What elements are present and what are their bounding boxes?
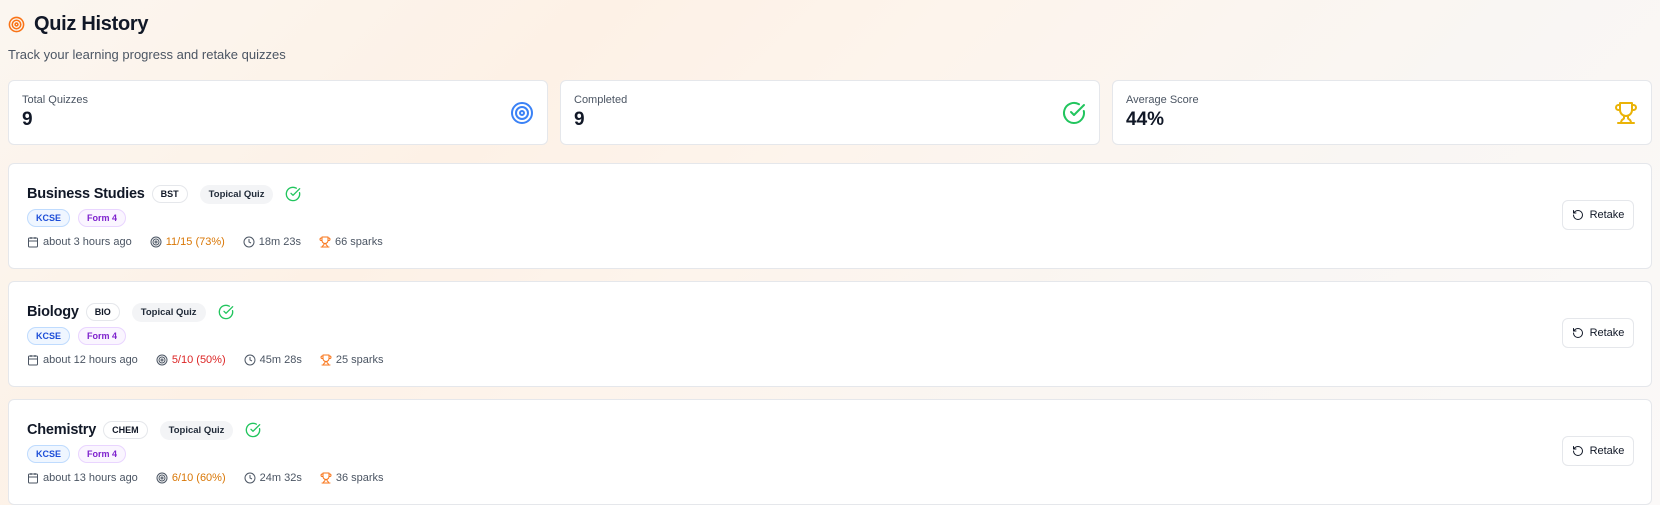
trophy-icon bbox=[320, 472, 332, 484]
quiz-duration: 18m 23s bbox=[258, 236, 301, 248]
quiz-score: 11/15 (73%) bbox=[165, 236, 225, 248]
level-tag: Form 4 bbox=[78, 445, 127, 463]
exam-tag: KCSE bbox=[27, 445, 71, 463]
stat-card-average-score: Average Score 44% bbox=[1112, 80, 1652, 145]
quiz-type-badge: Topical Quiz bbox=[131, 302, 206, 322]
time-ago: about 3 hours ago bbox=[43, 236, 132, 248]
quiz-duration: 45m 28s bbox=[259, 354, 302, 366]
stat-card-total-quizzes: Total Quizzes 9 bbox=[8, 80, 548, 145]
meta-sparks: 25 sparks bbox=[320, 354, 384, 366]
meta-duration: 24m 32s bbox=[244, 472, 302, 484]
quiz-sparks: 25 sparks bbox=[335, 354, 384, 366]
target-icon bbox=[156, 472, 168, 484]
target-icon bbox=[8, 16, 25, 33]
retake-label: Retake bbox=[1589, 209, 1625, 221]
title-row: Quiz History bbox=[8, 13, 286, 36]
time-ago: about 12 hours ago bbox=[43, 354, 138, 366]
meta-sparks: 66 sparks bbox=[319, 236, 383, 248]
clock-icon bbox=[243, 236, 255, 248]
level-tag: Form 4 bbox=[78, 209, 127, 227]
quiz-score: 6/10 (60%) bbox=[171, 472, 226, 484]
check-circle-icon bbox=[245, 422, 261, 438]
check-circle-icon bbox=[1062, 101, 1086, 125]
quiz-card-biology: Biology BIO Topical Quiz KCSE Form 4 abo… bbox=[8, 281, 1652, 387]
meta-duration: 45m 28s bbox=[244, 354, 302, 366]
quiz-type-badge: Topical Quiz bbox=[159, 420, 234, 440]
quiz-subject: Biology bbox=[27, 304, 79, 320]
stat-value: 44% bbox=[1126, 109, 1165, 130]
meta-sparks: 36 sparks bbox=[320, 472, 384, 484]
page-header: Quiz History Track your learning progres… bbox=[8, 13, 286, 62]
meta-score: 11/15 (73%) bbox=[150, 236, 225, 248]
quiz-list: Business Studies BST Topical Quiz KCSE F… bbox=[8, 163, 1652, 505]
page-subtitle: Track your learning progress and retake … bbox=[8, 47, 286, 62]
stat-label: Total Quizzes bbox=[22, 94, 89, 106]
retake-button[interactable]: Retake bbox=[1562, 318, 1634, 348]
retake-label: Retake bbox=[1589, 445, 1625, 457]
target-icon bbox=[510, 101, 534, 125]
stats-row: Total Quizzes 9 Completed 9 Average Scor… bbox=[8, 80, 1652, 145]
quiz-card-chemistry: Chemistry CHEM Topical Quiz KCSE Form 4 … bbox=[8, 399, 1652, 505]
quiz-sparks: 36 sparks bbox=[335, 472, 384, 484]
trophy-icon bbox=[319, 236, 331, 248]
retake-button[interactable]: Retake bbox=[1562, 436, 1634, 466]
meta-duration: 18m 23s bbox=[243, 236, 301, 248]
clock-icon bbox=[244, 354, 256, 366]
rotate-ccw-icon bbox=[1572, 210, 1583, 220]
stat-card-completed: Completed 9 bbox=[560, 80, 1100, 145]
meta-score: 5/10 (50%) bbox=[156, 354, 226, 366]
stat-label: Completed bbox=[574, 94, 628, 106]
calendar-icon bbox=[28, 473, 38, 484]
meta-score: 6/10 (60%) bbox=[156, 472, 226, 484]
calendar-icon bbox=[28, 237, 38, 248]
level-tag: Form 4 bbox=[78, 327, 127, 345]
calendar-icon bbox=[28, 355, 38, 366]
stat-value: 9 bbox=[22, 109, 33, 130]
rotate-ccw-icon bbox=[1572, 446, 1583, 456]
quiz-card-business-studies: Business Studies BST Topical Quiz KCSE F… bbox=[8, 163, 1652, 269]
meta-date: about 13 hours ago bbox=[27, 472, 138, 484]
quiz-score: 5/10 (50%) bbox=[171, 354, 226, 366]
quiz-type-badge: Topical Quiz bbox=[199, 184, 274, 204]
clock-icon bbox=[244, 472, 256, 484]
subject-code-badge: CHEM bbox=[103, 421, 148, 439]
quiz-sparks: 66 sparks bbox=[335, 236, 383, 248]
target-icon bbox=[156, 354, 168, 366]
retake-button[interactable]: Retake bbox=[1562, 200, 1634, 230]
rotate-ccw-icon bbox=[1572, 328, 1583, 338]
exam-tag: KCSE bbox=[27, 209, 71, 227]
subject-code-badge: BIO bbox=[85, 303, 120, 321]
quiz-subject: Chemistry bbox=[27, 422, 97, 438]
stat-value: 9 bbox=[574, 109, 585, 130]
page-title: Quiz History bbox=[34, 13, 149, 35]
trophy-icon bbox=[1614, 101, 1638, 125]
quiz-subject: Business Studies bbox=[27, 186, 145, 202]
exam-tag: KCSE bbox=[27, 327, 71, 345]
meta-date: about 12 hours ago bbox=[27, 354, 138, 366]
target-icon bbox=[150, 236, 162, 248]
check-circle-icon bbox=[285, 186, 301, 202]
time-ago: about 13 hours ago bbox=[43, 472, 138, 484]
check-circle-icon bbox=[218, 304, 234, 320]
subject-code-badge: BST bbox=[151, 185, 188, 203]
meta-date: about 3 hours ago bbox=[27, 236, 132, 248]
stat-label: Average Score bbox=[1126, 94, 1199, 106]
quiz-duration: 24m 32s bbox=[259, 472, 302, 484]
retake-label: Retake bbox=[1589, 327, 1625, 339]
trophy-icon bbox=[320, 354, 332, 366]
